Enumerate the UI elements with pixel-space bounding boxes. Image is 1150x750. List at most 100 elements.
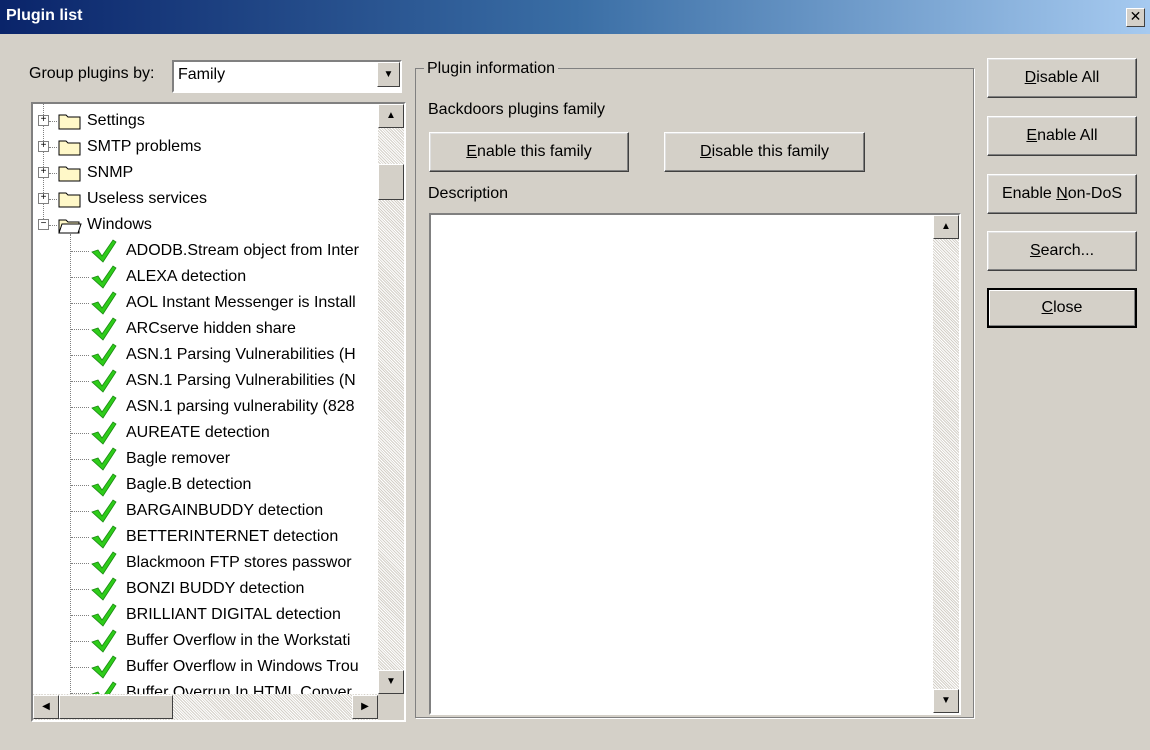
tree-plugin-label: Buffer Overflow in Windows Trou [126, 658, 359, 675]
disable-family-accesskey: D [700, 143, 712, 160]
folder-icon [58, 164, 82, 187]
enable-all-label-post: nable All [1037, 127, 1098, 144]
tree-connector [71, 355, 89, 356]
tree-folder-label: Settings [87, 112, 145, 129]
enable-non-dos-label-pre: Enable [1001, 185, 1057, 202]
tree-connector [71, 589, 89, 590]
expand-icon[interactable]: + [38, 193, 49, 204]
checkmark-icon[interactable] [89, 655, 117, 679]
title-bar[interactable]: Plugin list ✕ [0, 0, 1150, 34]
tree-connector [71, 459, 89, 460]
disable-family-button[interactable]: Disable this family [664, 132, 865, 172]
scroll-down-button[interactable]: ▼ [378, 670, 404, 694]
tree-connector [49, 147, 57, 148]
tree-connector [71, 615, 89, 616]
disable-all-button[interactable]: Disable All [987, 58, 1137, 98]
tree-connector [71, 251, 89, 252]
collapse-icon[interactable]: − [38, 219, 49, 230]
tree-plugin-label: Bagle remover [126, 450, 231, 467]
tree-plugin-label: BETTERINTERNET detection [126, 528, 339, 545]
checkmark-icon[interactable] [89, 447, 117, 471]
checkmark-icon[interactable] [89, 421, 117, 445]
tree-connector [71, 303, 89, 304]
enable-non-dos-button[interactable]: Enable Non-DoS [987, 174, 1137, 214]
tree-folder-label: Windows [87, 216, 152, 233]
tree-connector [71, 563, 89, 564]
plugin-information-label: Plugin information [424, 60, 559, 78]
enable-all-accesskey: E [1026, 127, 1038, 144]
enable-non-dos-label-post: on-DoS [1067, 185, 1123, 202]
enable-family-button[interactable]: Enable this family [429, 132, 629, 172]
checkmark-icon[interactable] [89, 291, 117, 315]
tree-plugin-label: ASN.1 parsing vulnerability (828 [126, 398, 355, 415]
disable-family-label-post: isable this family [711, 143, 829, 160]
enable-family-label-post: nable this family [476, 143, 592, 160]
tree-connector [71, 329, 89, 330]
scroll-thumb[interactable] [378, 164, 404, 200]
close-accesskey: C [1041, 299, 1054, 316]
tree-connector [71, 511, 89, 512]
checkmark-icon[interactable] [89, 343, 117, 367]
description-label: Description [428, 185, 509, 202]
checkmark-icon[interactable] [89, 473, 117, 497]
tree-plugin-label: Buffer Overflow in the Workstati [126, 632, 351, 649]
horizontal-scroll-thumb[interactable] [59, 695, 173, 719]
tree-connector [71, 485, 89, 486]
disable-all-label-post: isable All [1036, 69, 1100, 86]
checkmark-icon[interactable] [89, 499, 117, 523]
description-scrollbar[interactable]: ▲ ▼ [933, 215, 959, 713]
tree-connector [71, 407, 89, 408]
tree-plugin-label: ALEXA detection [126, 268, 247, 285]
tree-plugin-label: BARGAINBUDDY detection [126, 502, 324, 519]
expand-icon[interactable]: + [38, 141, 49, 152]
desc-scroll-down-button[interactable]: ▼ [933, 689, 959, 713]
plugin-list-dialog: Plugin list ✕ Group plugins by: Family ▼… [0, 0, 1150, 750]
checkmark-icon[interactable] [89, 603, 117, 627]
tree-connector [71, 667, 89, 668]
group-by-select[interactable]: Family ▼ [172, 60, 402, 93]
checkmark-icon[interactable] [89, 577, 117, 601]
close-window-button[interactable]: ✕ [1126, 8, 1145, 27]
enable-all-button[interactable]: Enable All [987, 116, 1137, 156]
checkmark-icon[interactable] [89, 369, 117, 393]
close-button[interactable]: Close [987, 288, 1137, 328]
tree-plugin-label: ARCserve hidden share [126, 320, 296, 337]
tree-plugin-label: ASN.1 Parsing Vulnerabilities (H [126, 346, 356, 363]
description-textarea[interactable]: ▲ ▼ [429, 213, 961, 715]
tree-plugin-label: Blackmoon FTP stores passwor [126, 554, 352, 571]
tree-plugin-label: ASN.1 Parsing Vulnerabilities (N [126, 372, 356, 389]
tree-folder-label: SMTP problems [87, 138, 202, 155]
expand-icon[interactable]: + [38, 115, 49, 126]
folder-icon [58, 138, 82, 161]
tree-plugin-label: AUREATE detection [126, 424, 270, 441]
search-button[interactable]: Search... [987, 231, 1137, 271]
checkmark-icon[interactable] [89, 265, 117, 289]
checkmark-icon[interactable] [89, 629, 117, 653]
checkmark-icon[interactable] [89, 395, 117, 419]
tree-connector [71, 433, 89, 434]
tree-plugin-label: Bagle.B detection [126, 476, 252, 493]
tree-connector [71, 277, 89, 278]
checkmark-icon[interactable] [89, 317, 117, 341]
scrollbar-corner [378, 694, 404, 720]
scroll-up-button[interactable]: ▲ [378, 104, 404, 128]
tree-connector [49, 121, 57, 122]
close-label-post: lose [1053, 299, 1083, 316]
checkmark-icon[interactable] [89, 525, 117, 549]
tree-horizontal-scrollbar[interactable]: ◀ ▶ [33, 694, 378, 720]
folder-icon [58, 190, 82, 213]
plugin-tree[interactable]: + Settings + SMTP problems + SNMP + Useless ser… [31, 102, 406, 722]
scroll-right-button[interactable]: ▶ [352, 695, 378, 719]
expand-icon[interactable]: + [38, 167, 49, 178]
tree-connector [71, 537, 89, 538]
checkmark-icon[interactable] [89, 239, 117, 263]
group-by-value: Family [178, 66, 226, 83]
desc-scroll-up-button[interactable]: ▲ [933, 215, 959, 239]
tree-folder-label: Useless services [87, 190, 208, 207]
chevron-down-icon[interactable]: ▼ [377, 62, 400, 87]
tree-vertical-scrollbar[interactable]: ▲ ▼ [378, 104, 404, 694]
disable-all-accesskey: D [1024, 69, 1037, 86]
checkmark-icon[interactable] [89, 551, 117, 575]
enable-family-accesskey: E [466, 143, 477, 160]
scroll-left-button[interactable]: ◀ [33, 695, 59, 719]
